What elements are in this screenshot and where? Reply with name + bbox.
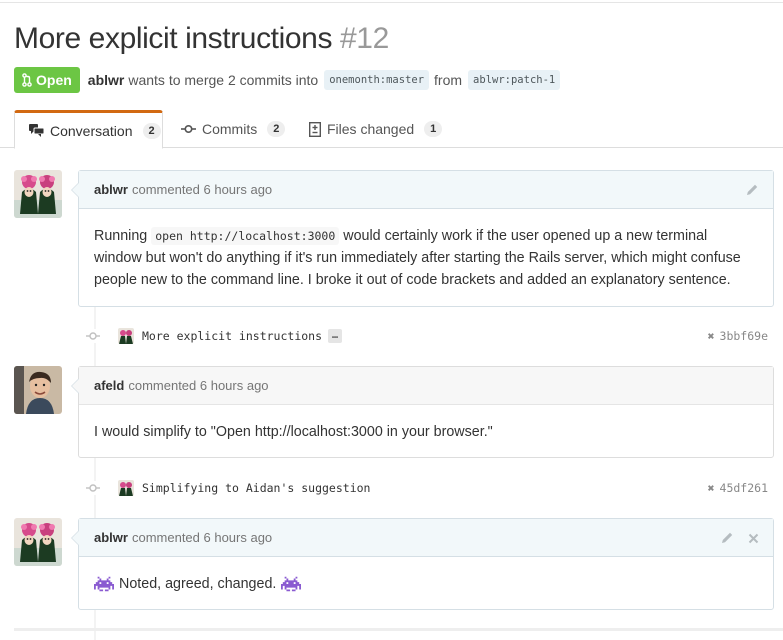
avatar[interactable] [14,366,62,414]
avatar[interactable] [14,518,62,566]
comment-timestamp[interactable]: commented 6 hours ago [128,378,268,393]
comment-timestamp[interactable]: commented 6 hours ago [132,530,272,545]
comment-author[interactable]: ablwr [94,530,128,545]
tab-conversation[interactable]: Conversation 2 [14,110,163,149]
pr-number: #12 [340,22,389,55]
tab-files-count: 1 [424,121,443,137]
pr-author-link[interactable]: ablwr [88,72,125,88]
diff-icon [309,121,321,137]
tab-conversation-count: 2 [142,122,161,139]
bottom-divider [14,628,783,631]
commit-author-avatar[interactable] [118,480,134,496]
avatar[interactable] [14,170,62,218]
tab-files-changed[interactable]: Files changed 1 [309,110,443,148]
x-icon[interactable]: ✖ [708,481,715,495]
tab-commits-count: 2 [267,121,286,137]
commit-row: Simplifying to Aidan's suggestion ✖ 45df… [86,474,776,502]
commit-author-avatar[interactable] [118,328,134,344]
tab-files-label: Files changed [327,121,415,137]
comment-timestamp[interactable]: commented 6 hours ago [132,182,272,197]
comment-text-before: Running [94,228,148,244]
comment-text: Noted, agreed, changed. [119,576,277,592]
commit-sha[interactable]: 45df261 [720,481,768,495]
tab-commits-label: Commits [202,121,258,137]
tab-commits[interactable]: Commits 2 [181,110,286,148]
pr-title: More explicit instructions [14,22,333,55]
pr-tabs: Conversation 2 Commits 2 Files changed 1 [0,110,783,149]
commit-message[interactable]: More explicit instructions [142,329,322,343]
x-icon[interactable]: ✖ [708,329,715,343]
commit-status: ✖ 3bbf69e [708,329,768,343]
git-commit-icon [86,329,100,343]
head-branch: ablwr:patch-1 [468,70,561,90]
base-branch: onemonth:master [324,70,430,90]
space-invader-emoji-icon [281,576,302,592]
comment-text: I would simplify to "Open http://localho… [94,424,493,440]
git-commit-icon [86,481,100,495]
merge-text: wants to merge 2 commits into [128,72,319,88]
comment-header: ablwr commented 6 hours ago [79,519,773,557]
status-badge: Open [14,67,80,93]
comment-body: Noted, agreed, changed. [79,557,773,611]
commit-status: ✖ 45df261 [708,481,768,495]
comment-actions [745,171,759,209]
pencil-icon[interactable] [745,183,759,197]
from-text: from [434,72,463,88]
pencil-icon[interactable] [720,531,734,545]
comment: ablwr commented 6 hours ago Running open… [71,170,774,307]
comment-header: afeld commented 6 hours ago [79,367,773,405]
status-label: Open [36,72,72,88]
pr-meta: Open ablwr wants to merge 2 commits into… [14,67,565,93]
comment-header: ablwr commented 6 hours ago [79,171,773,209]
comment-body: Running open http://localhost:3000 would… [79,209,773,307]
inline-code: open http://localhost:3000 [151,227,340,245]
commit-message[interactable]: Simplifying to Aidan's suggestion [142,481,370,495]
close-icon[interactable] [748,533,759,544]
expand-commit-button[interactable]: … [328,329,343,343]
comment-actions [720,519,759,557]
git-commit-icon [181,124,196,134]
comment-body: I would simplify to "Open http://localho… [79,405,773,459]
comment: ablwr commented 6 hours ago Noted, agree… [71,518,774,611]
page-title: More explicit instructions #12 [14,22,389,56]
commit-sha[interactable]: 3bbf69e [720,329,768,343]
comment-author[interactable]: ablwr [94,182,128,197]
git-pull-request-icon [22,73,32,87]
tab-conversation-label: Conversation [50,122,133,139]
commit-row: More explicit instructions … ✖ 3bbf69e [86,322,776,350]
space-invader-emoji-icon [94,576,114,592]
top-border [0,0,783,3]
comment-discussion-icon [29,124,44,137]
comment-author[interactable]: afeld [94,378,124,393]
comment: afeld commented 6 hours ago I would simp… [71,366,774,459]
